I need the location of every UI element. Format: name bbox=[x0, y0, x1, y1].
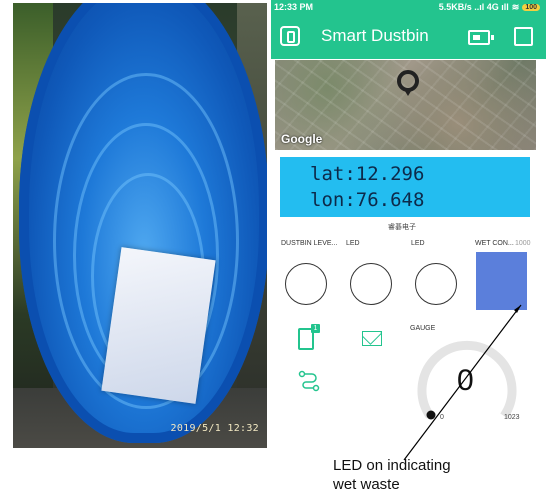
annotation-line1: LED on indicating bbox=[333, 457, 451, 474]
wet-waste-led bbox=[476, 252, 527, 310]
annotation-line2: wet waste bbox=[333, 476, 400, 493]
status-bar: 12:33 PM 5.5KB/s ..ıl 4G ıll ≋ 100 bbox=[271, 0, 546, 14]
lcd-latitude: lat:12.296 bbox=[310, 163, 425, 185]
back-icon[interactable] bbox=[280, 26, 300, 46]
lcd-longitude: lon:76.648 bbox=[310, 189, 425, 211]
square-icon[interactable] bbox=[514, 27, 533, 46]
led2-label: LED bbox=[411, 240, 425, 247]
gauge-max: 1023 bbox=[504, 414, 520, 421]
led1 bbox=[350, 263, 392, 305]
map-attribution: Google bbox=[281, 132, 323, 146]
map-pin-icon bbox=[397, 70, 419, 96]
wet-paper-waste bbox=[101, 247, 216, 404]
network-speed: 5.5KB/s ..ıl 4G ıll bbox=[438, 2, 509, 12]
status-indicators: 5.5KB/s ..ıl 4G ıll ≋ 100 bbox=[439, 2, 540, 13]
annotation-text: LED on indicating wet waste bbox=[333, 456, 451, 494]
gauge-value: 0 bbox=[457, 364, 474, 397]
led2 bbox=[415, 263, 457, 305]
status-time: 12:33 PM bbox=[274, 2, 314, 12]
dustbin-level-led bbox=[285, 263, 327, 305]
dustbin-level-label: DUSTBIN LEVE... bbox=[281, 240, 338, 247]
wifi-icon: ≋ bbox=[511, 1, 520, 12]
lcd-display: lat:12.296 lon:76.648 bbox=[280, 157, 530, 217]
photo-timestamp: 2019/5/1 12:32 bbox=[170, 423, 259, 434]
email-icon[interactable] bbox=[362, 331, 382, 346]
phone-screen: 12:33 PM 5.5KB/s ..ıl 4G ıll ≋ 100 Smart… bbox=[271, 0, 546, 451]
lcd-caption: 睿碁电子 bbox=[388, 224, 416, 231]
dustbin-photo: 2019/5/1 12:32 bbox=[13, 3, 267, 448]
app-title: Smart Dustbin bbox=[321, 26, 429, 45]
wet-value: 1000 bbox=[515, 240, 531, 247]
map-widget[interactable]: Google bbox=[275, 60, 536, 150]
device-icon[interactable] bbox=[468, 30, 494, 45]
app-bar: Smart Dustbin bbox=[271, 14, 546, 59]
battery-icon: 100 bbox=[522, 3, 540, 11]
wet-label: WET CON... bbox=[475, 240, 514, 247]
notification-phone-icon[interactable] bbox=[298, 324, 320, 350]
led1-label: LED bbox=[346, 240, 360, 247]
gauge-min: 0 bbox=[440, 414, 444, 421]
route-icon[interactable] bbox=[298, 370, 320, 392]
